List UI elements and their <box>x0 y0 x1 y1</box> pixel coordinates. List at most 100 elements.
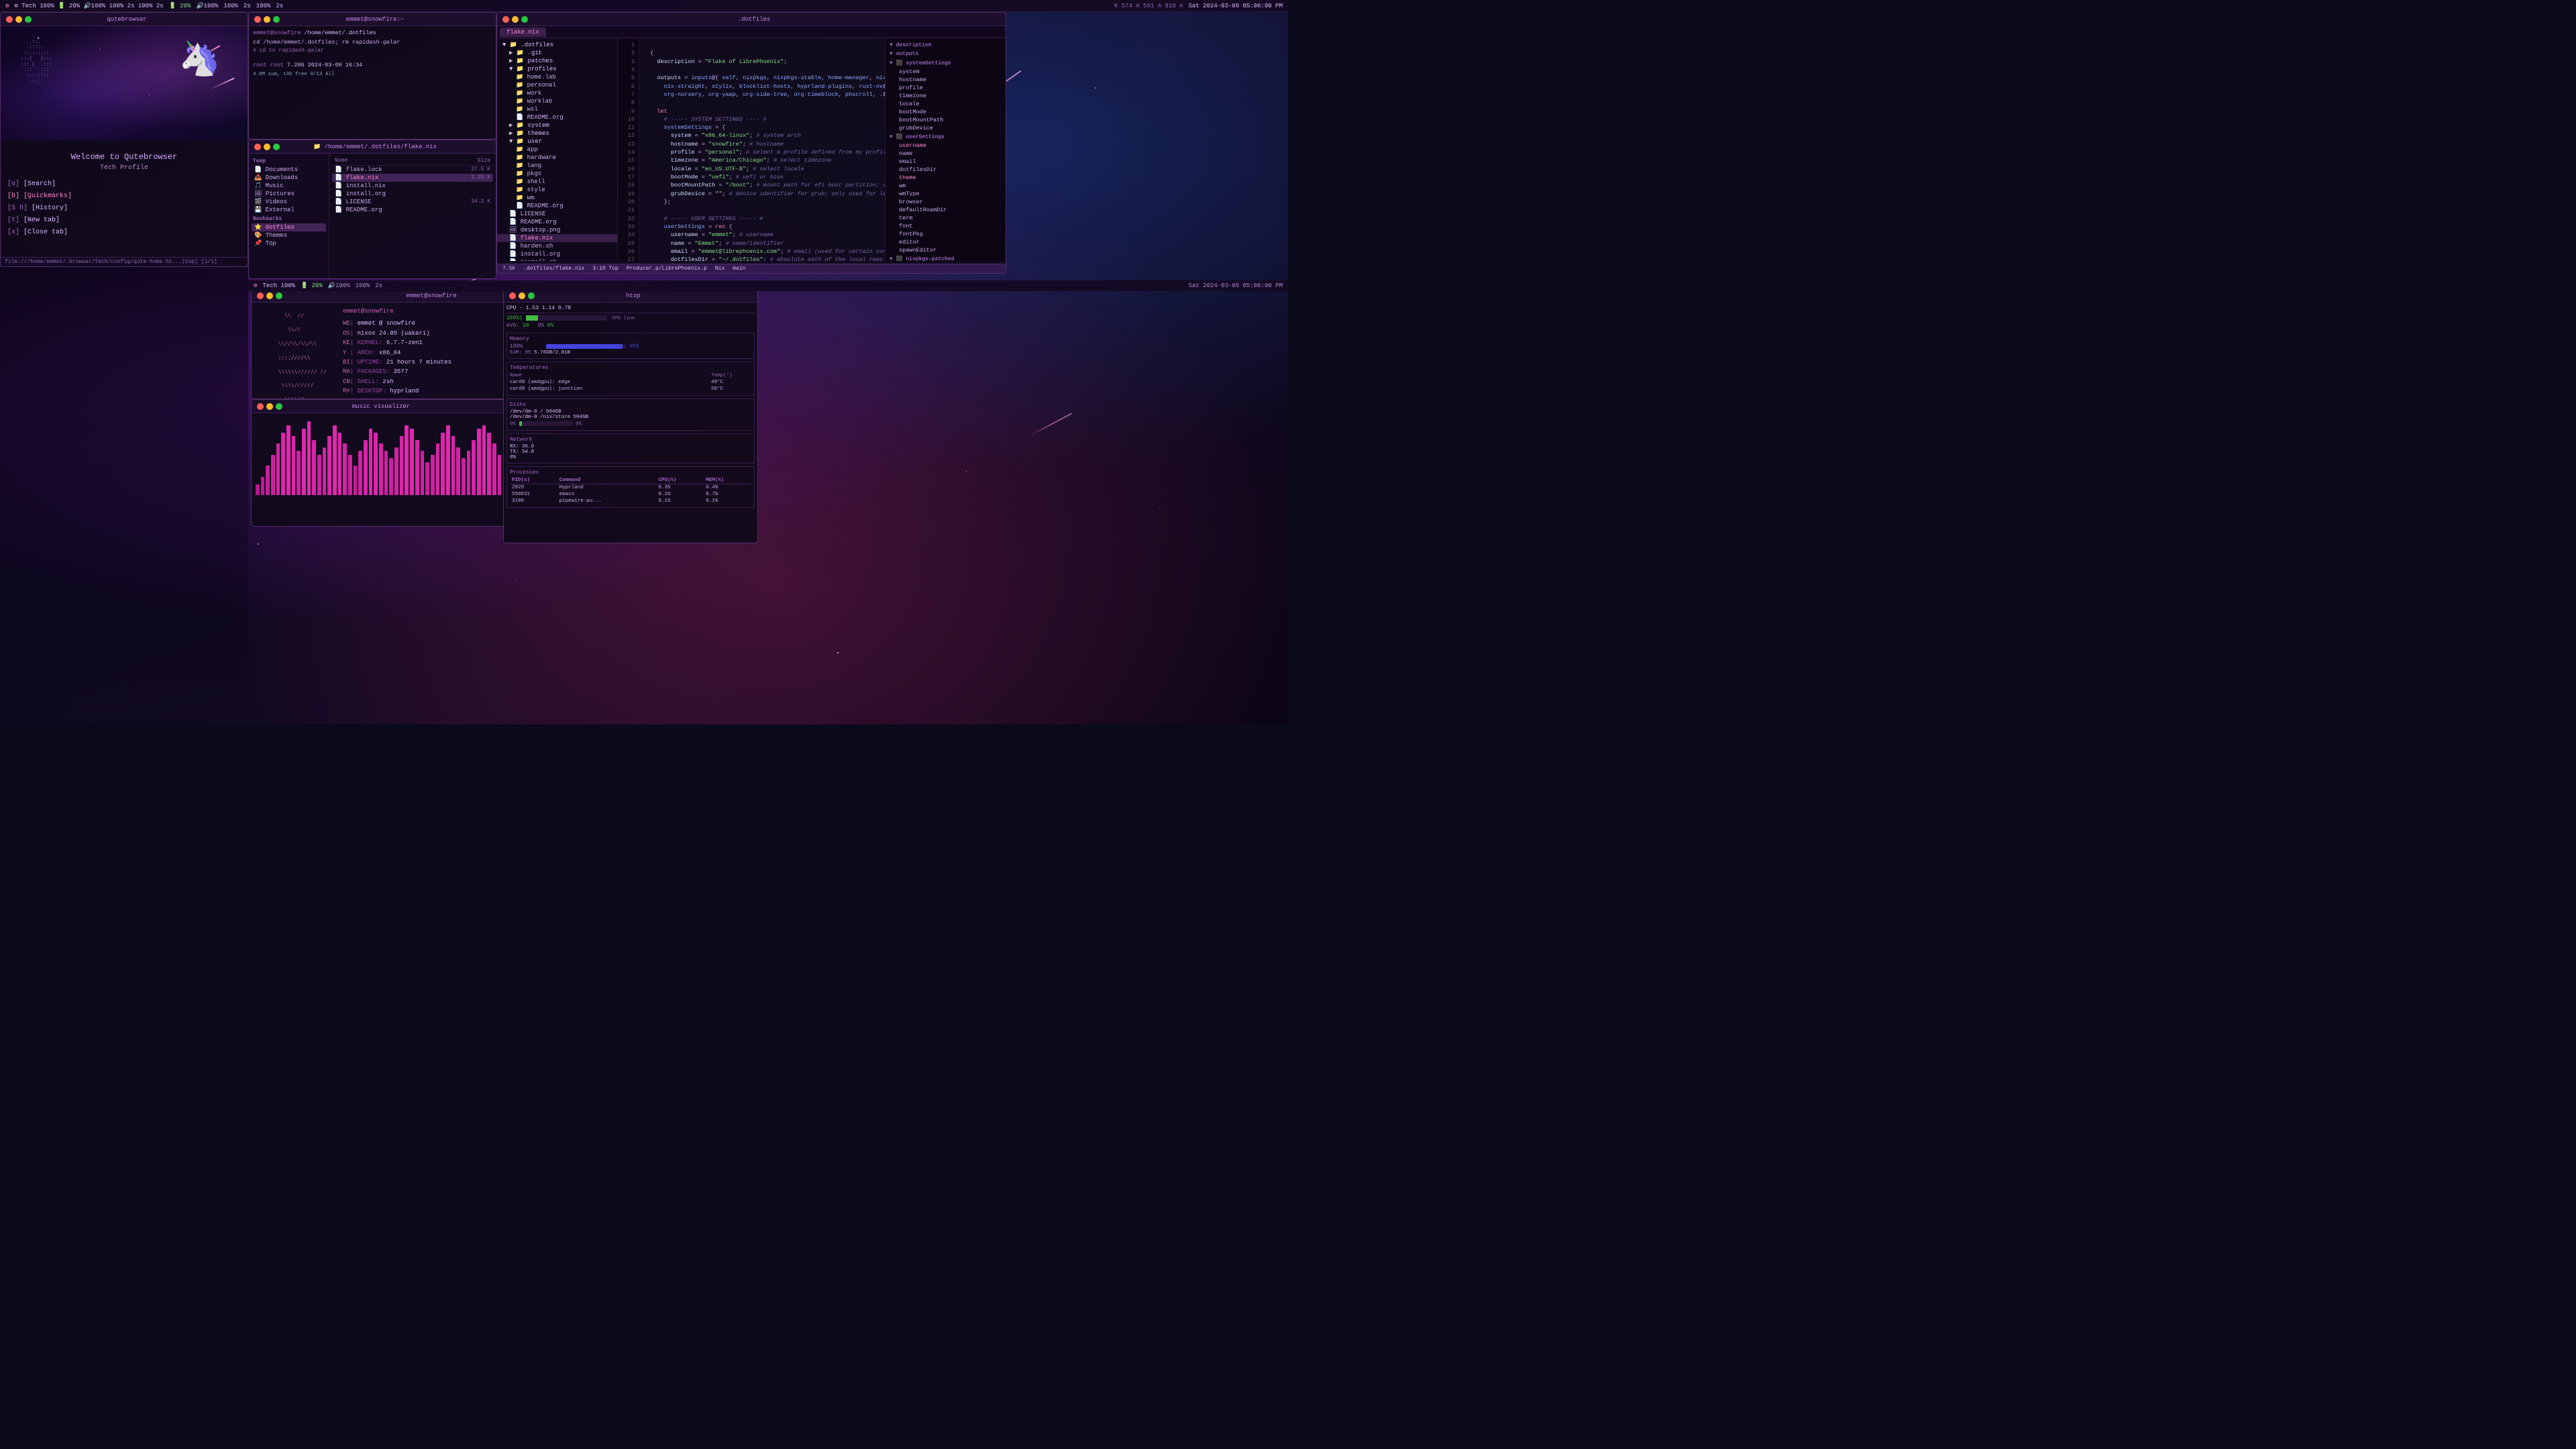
maximize-btn[interactable] <box>25 16 32 23</box>
nf-max[interactable] <box>276 292 282 299</box>
term-max-btn[interactable] <box>273 16 280 23</box>
outline-bootmode[interactable]: bootMode <box>885 108 1006 116</box>
outline-profile[interactable]: profile <box>885 84 1006 92</box>
outline-grubdevice[interactable]: grubDevice <box>885 124 1006 132</box>
tree-readme-user[interactable]: 📄 README.org <box>497 202 617 210</box>
code-max[interactable] <box>521 16 528 23</box>
tree-system[interactable]: ▶ 📁 system <box>497 121 617 129</box>
code-text-area[interactable]: 1234567891011121314151617181920212223242… <box>618 38 885 261</box>
outline-name[interactable]: name <box>885 150 1006 158</box>
outline-hostname[interactable]: hostname <box>885 76 1006 84</box>
tree-patches[interactable]: ▶ 📁 patches <box>497 57 617 65</box>
tree-harden[interactable]: 📄 harden.sh <box>497 242 617 250</box>
tree-license[interactable]: 📄 LICENSE <box>497 210 617 218</box>
tree-work[interactable]: 📁 work <box>497 89 617 97</box>
outline-font[interactable]: font <box>885 222 1006 230</box>
outline-locale[interactable]: locale <box>885 100 1006 108</box>
htop-win-controls[interactable] <box>509 292 535 299</box>
nf-min[interactable] <box>266 292 273 299</box>
qute-menu-quickmarks[interactable]: [b] [Quickmarks] <box>7 191 241 203</box>
file-item-install-nix[interactable]: 📄 install.nix <box>332 182 493 190</box>
tree-homelab[interactable]: 📁 home.lab <box>497 73 617 81</box>
outline-theme[interactable]: theme <box>885 174 1006 182</box>
tree-profiles[interactable]: ▼ 📁 profiles <box>497 65 617 73</box>
code-content-area[interactable]: { description = "Flake of LibrePhoenix";… <box>639 38 885 261</box>
outline-spawnedit[interactable]: spawnEditor <box>885 246 1006 254</box>
tree-flake-nix[interactable]: 📄 flake.nix <box>497 234 617 242</box>
sidebar-item-top[interactable]: 📌 Top <box>252 239 326 248</box>
tree-git[interactable]: ▶ 📁 .git <box>497 49 617 57</box>
window-controls[interactable] <box>6 16 32 23</box>
outline-bootmount[interactable]: bootMountPath <box>885 116 1006 124</box>
tree-readme-root[interactable]: 📄 README.org <box>497 218 617 226</box>
minimize-btn[interactable] <box>15 16 22 23</box>
tree-user[interactable]: ▼ 📁 user <box>497 138 617 146</box>
music-min[interactable] <box>266 403 273 410</box>
sidebar-item-videos[interactable]: 🎬 Videos <box>252 198 326 206</box>
outline-term[interactable]: term <box>885 214 1006 222</box>
fb-close[interactable] <box>254 144 261 150</box>
htop-close[interactable] <box>509 292 516 299</box>
tree-wsl[interactable]: 📁 wsl <box>497 105 617 113</box>
term-min-btn[interactable] <box>264 16 270 23</box>
sidebar-item-dotfiles[interactable]: ⭐ dotfiles <box>252 223 326 231</box>
fb-max[interactable] <box>273 144 280 150</box>
file-item-license[interactable]: 📄 LICENSE34.2 K <box>332 198 493 206</box>
tree-wm[interactable]: 📁 wm <box>497 194 617 202</box>
tree-lang[interactable]: 📁 lang <box>497 162 617 170</box>
sidebar-item-documents[interactable]: 📄 Documents <box>252 166 326 174</box>
tree-readme-profiles[interactable]: 📄 README.org <box>497 113 617 121</box>
close-btn[interactable] <box>6 16 13 23</box>
outline-username[interactable]: username <box>885 142 1006 150</box>
sidebar-item-pictures[interactable]: 🖼 Pictures <box>252 190 326 198</box>
fb-controls[interactable] <box>254 144 280 150</box>
outline-timezone[interactable]: timezone <box>885 92 1006 100</box>
fb-min[interactable] <box>264 144 270 150</box>
htop-max[interactable] <box>528 292 535 299</box>
sidebar-item-external[interactable]: 💾 External <box>252 206 326 214</box>
sidebar-item-music[interactable]: 🎵 Music <box>252 182 326 190</box>
tree-themes-dir[interactable]: ▶ 📁 themes <box>497 129 617 138</box>
nf-controls[interactable] <box>257 292 282 299</box>
tree-personal[interactable]: 📁 personal <box>497 81 617 89</box>
outline-wmtype[interactable]: wmType <box>885 190 1006 198</box>
music-controls[interactable] <box>257 403 282 410</box>
nf-close[interactable] <box>257 292 264 299</box>
code-min[interactable] <box>512 16 519 23</box>
outline-browser[interactable]: browser <box>885 198 1006 206</box>
outline-wm[interactable]: wm <box>885 182 1006 190</box>
sidebar-item-downloads[interactable]: 📥 Downloads <box>252 174 326 182</box>
tree-install-sh[interactable]: 📄 install.sh <box>497 258 617 261</box>
tree-worklab[interactable]: 📁 worklab <box>497 97 617 105</box>
sidebar-item-themes[interactable]: 🎨 Themes <box>252 231 326 239</box>
code-controls[interactable] <box>502 16 528 23</box>
tree-app[interactable]: 📁 app <box>497 146 617 154</box>
music-max[interactable] <box>276 403 282 410</box>
qute-menu-newtab[interactable]: [t] [New tab] <box>7 215 241 227</box>
tree-style[interactable]: 📁 style <box>497 186 617 194</box>
outline-defaultroam[interactable]: defaultRoamDir <box>885 206 1006 214</box>
tree-desktop-png[interactable]: 🖼 desktop.png <box>497 226 617 234</box>
outline-system[interactable]: system <box>885 68 1006 76</box>
term-window-controls[interactable] <box>254 16 280 23</box>
tree-hardware[interactable]: 📁 hardware <box>497 154 617 162</box>
file-item-flake-nix[interactable]: 📄 flake.nix2.25 K <box>332 174 493 182</box>
file-item-install-org[interactable]: 📄 install.org <box>332 190 493 198</box>
outline-fontpkg[interactable]: fontPkg <box>885 230 1006 238</box>
music-close[interactable] <box>257 403 264 410</box>
tree-dotfiles[interactable]: ▼ 📁 .dotfiles <box>497 41 617 49</box>
qute-menu-close[interactable]: [x] [Close tab] <box>7 227 241 239</box>
tree-shell[interactable]: 📁 shell <box>497 178 617 186</box>
code-close[interactable] <box>502 16 509 23</box>
outline-editor[interactable]: editor <box>885 238 1006 246</box>
tree-pkgs[interactable]: 📁 pkgs <box>497 170 617 178</box>
qute-menu-history[interactable]: [S h] [History] <box>7 203 241 215</box>
htop-min[interactable] <box>519 292 525 299</box>
file-item-readme[interactable]: 📄 README.org <box>332 206 493 214</box>
outline-dotfilesdir[interactable]: dotfilesDir <box>885 166 1006 174</box>
qute-menu-search[interactable]: [o] [Search] <box>7 178 241 191</box>
outline-email[interactable]: email <box>885 158 1006 166</box>
file-item-flake-lock[interactable]: 📄 flake.lock27.5 K <box>332 166 493 174</box>
term-close-btn[interactable] <box>254 16 261 23</box>
code-tab-flake[interactable]: flake.nix <box>500 28 546 37</box>
